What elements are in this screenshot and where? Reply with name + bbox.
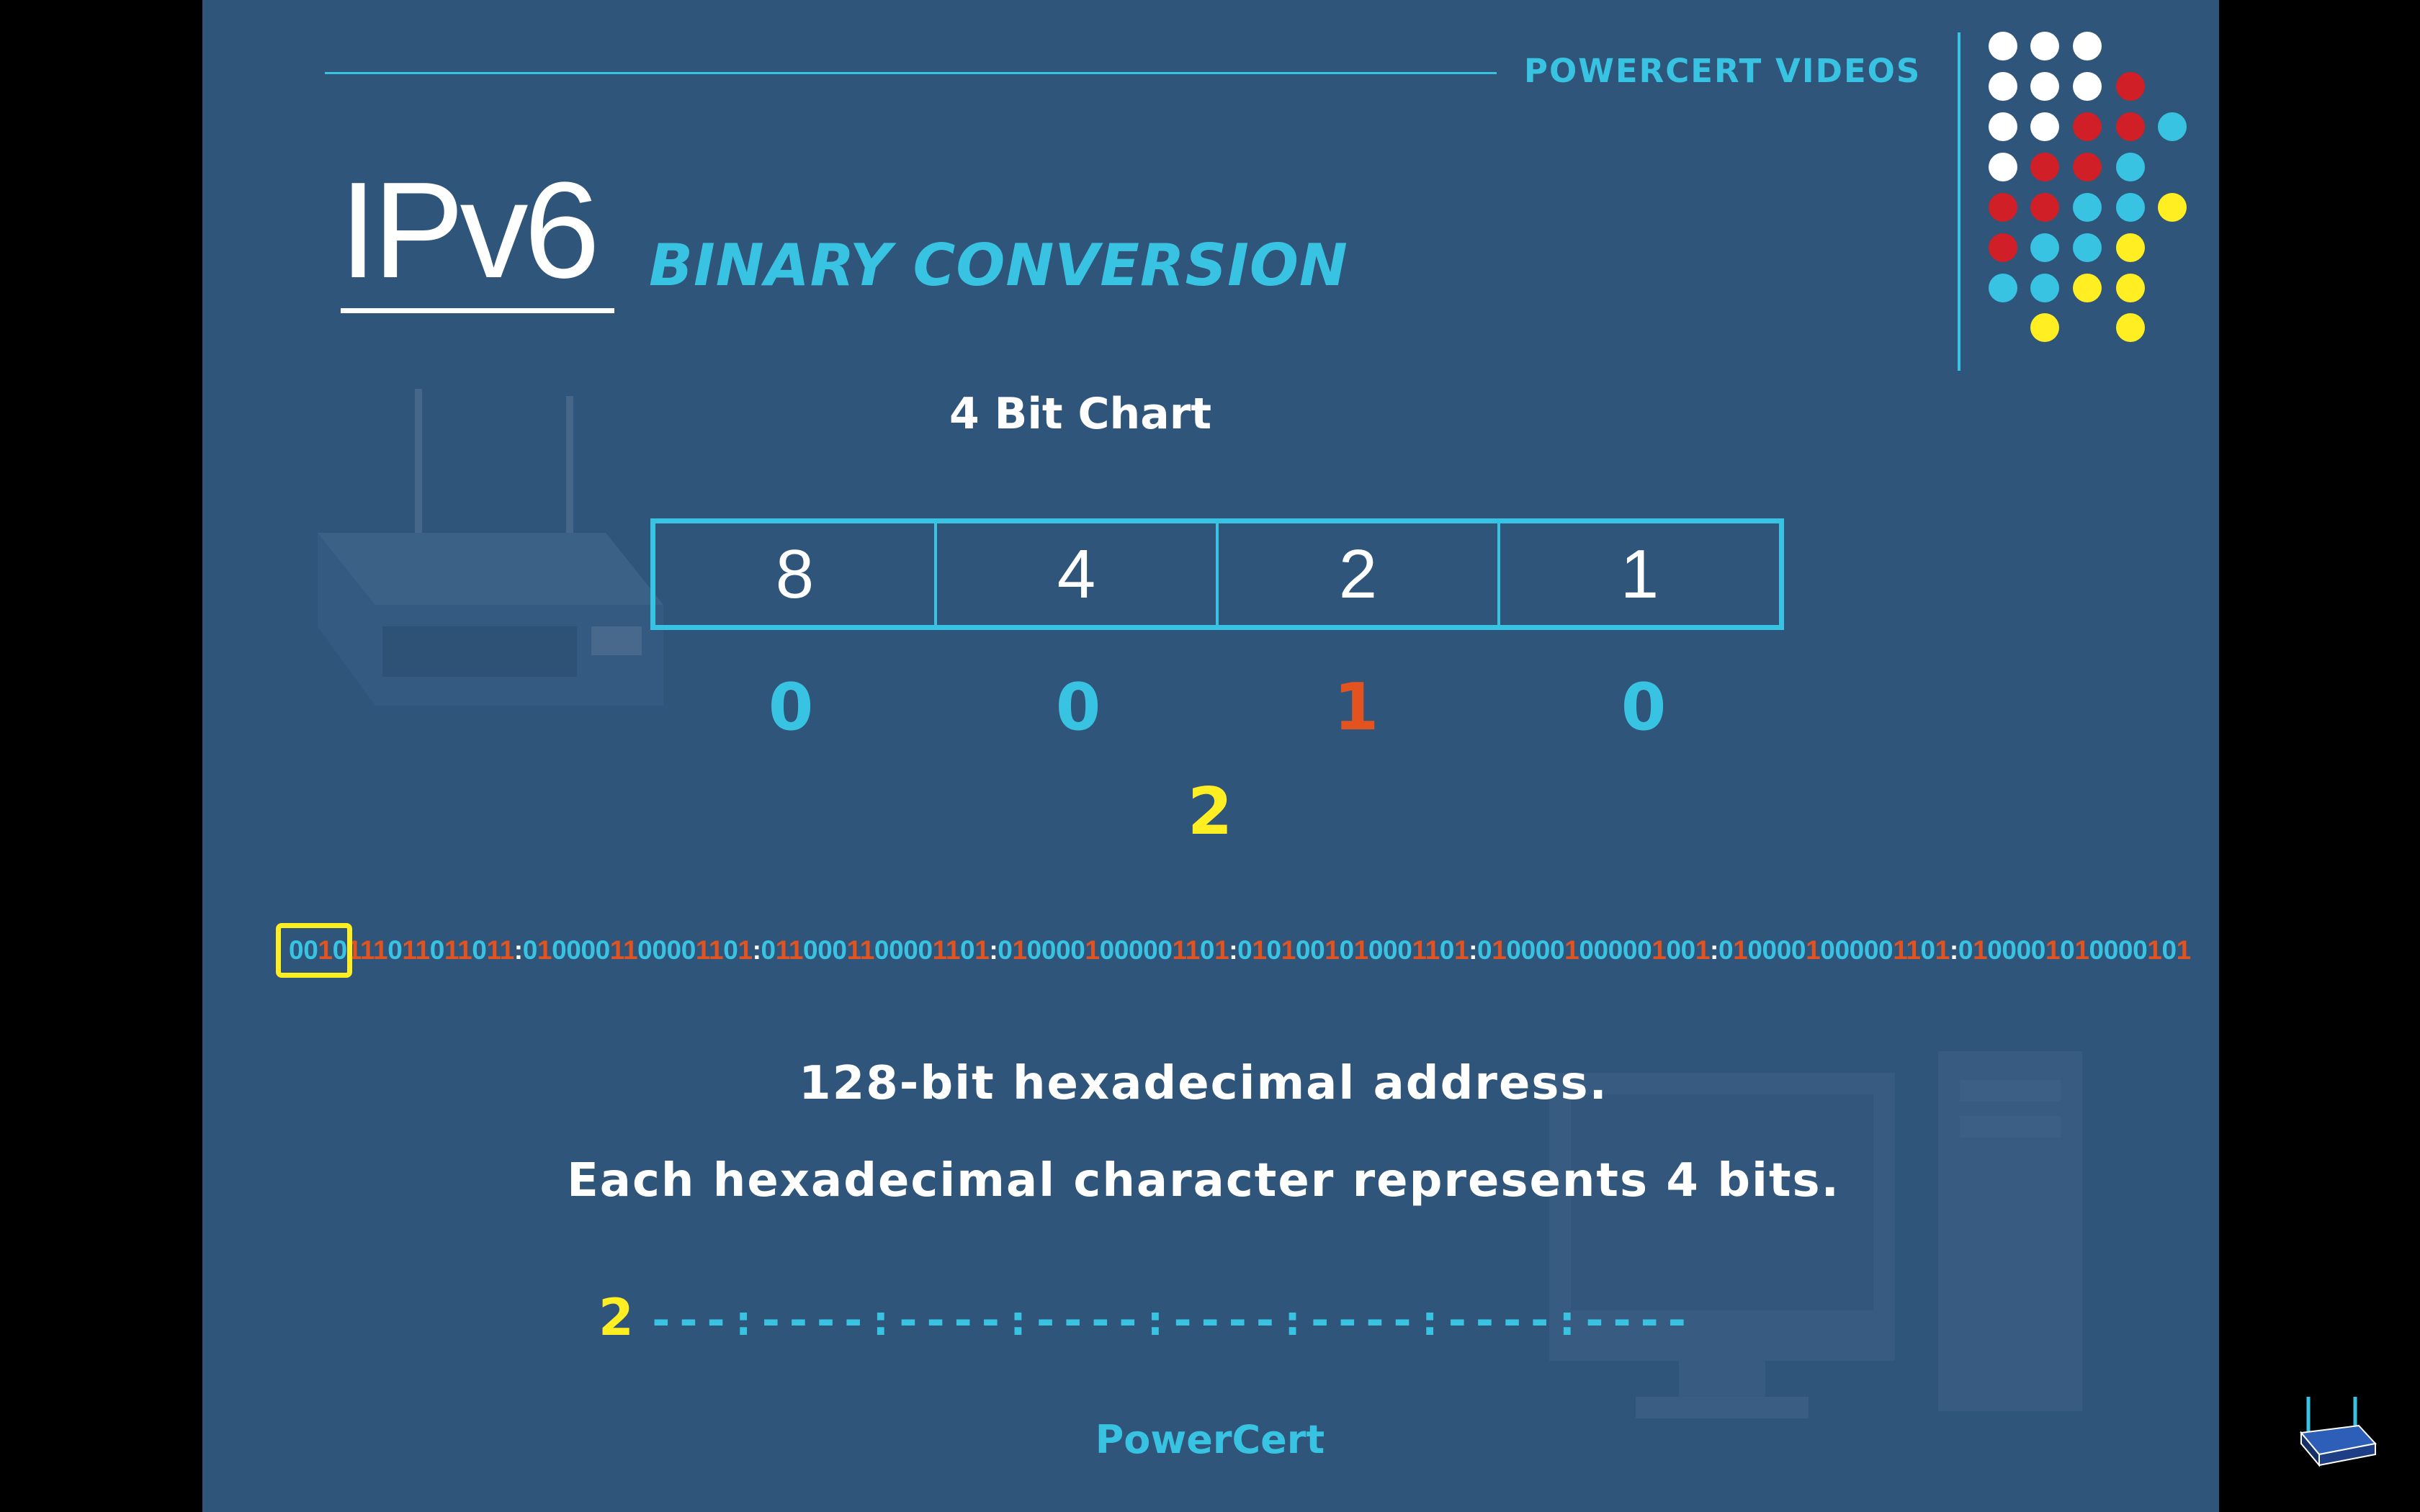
decorative-dot: [2158, 112, 2187, 141]
decorative-dot: [2073, 233, 2102, 262]
router-corner-logo-icon: [2300, 1397, 2377, 1467]
binary-address: 0010111011011011:0100001100001101:011000…: [289, 935, 2191, 965]
decorative-dot: [2073, 32, 2102, 60]
decorative-dot: [2073, 153, 2102, 181]
bit-chart-table: 8 4 2 1: [650, 518, 1784, 630]
hex-address-progress: 2 ---:----:----:----:----:----:----:----: [599, 1289, 1691, 1346]
decorative-dot: [2030, 193, 2059, 222]
bit-position-4: 4: [934, 523, 1216, 625]
title-underline: [341, 308, 614, 313]
decorative-dot: [2073, 193, 2102, 222]
footer-brand: PowerCert: [1095, 1417, 1325, 1462]
decorative-dot: [2030, 233, 2059, 262]
decorative-dot: [1989, 72, 2017, 101]
header-rule: [325, 72, 1497, 74]
decorative-dot: [2116, 72, 2145, 101]
slide: POWERCERT VIDEOS IPv6 BINARY CONVERSION …: [202, 0, 2219, 1512]
page-title: IPv6: [339, 154, 600, 307]
bit-position-1: 1: [1497, 523, 1779, 625]
decorative-dot: [2158, 193, 2187, 222]
conversion-result: 2: [1187, 774, 1233, 850]
brand-divider: [1958, 32, 1960, 371]
decorative-dot: [2073, 274, 2102, 302]
decorative-dot: [2116, 153, 2145, 181]
decorative-dot: [2116, 233, 2145, 262]
hex-remaining-placeholder: ---:----:----:----:----:----:----:----: [647, 1295, 1692, 1346]
decorative-dot: [2116, 112, 2145, 141]
bit-chart-title: 4 Bit Chart: [949, 389, 1211, 439]
video-frame: POWERCERT VIDEOS IPv6 BINARY CONVERSION …: [0, 0, 2420, 1512]
page-subtitle: BINARY CONVERSION: [649, 232, 1348, 299]
bit-value: 1: [1333, 670, 1379, 745]
current-nibble-highlight: [276, 923, 352, 978]
decorative-dot: [2030, 72, 2059, 101]
decorative-dot: [1989, 274, 2017, 302]
bit-value: 0: [1055, 670, 1101, 745]
decorative-dot: [1989, 153, 2017, 181]
router-watermark-icon: [318, 389, 663, 706]
description-line-1: 128-bit hexadecimal address.: [799, 1057, 1608, 1110]
decorative-dot: [1989, 193, 2017, 222]
decorative-dot: [2030, 313, 2059, 342]
decorative-dot: [2030, 153, 2059, 181]
decorative-dot: [1989, 112, 2017, 141]
hex-first-char: 2: [599, 1288, 634, 1347]
bit-position-2: 2: [1216, 523, 1497, 625]
bit-value: 0: [768, 670, 814, 745]
decorative-dot: [2073, 72, 2102, 101]
decorative-dot: [1989, 233, 2017, 262]
decorative-dot: [2030, 32, 2059, 60]
brand-label: POWERCERT VIDEOS: [1524, 52, 1922, 90]
decorative-dot: [1989, 32, 2017, 60]
description-line-2: Each hexadecimal character represents 4 …: [567, 1154, 1840, 1207]
decorative-dot: [2030, 112, 2059, 141]
decorative-dot: [2116, 193, 2145, 222]
decorative-dot: [2073, 112, 2102, 141]
decorative-dot: [2116, 274, 2145, 302]
bit-value: 0: [1621, 670, 1667, 745]
bit-position-8: 8: [775, 535, 815, 613]
decorative-dot: [2030, 274, 2059, 302]
decorative-dot: [2116, 313, 2145, 342]
